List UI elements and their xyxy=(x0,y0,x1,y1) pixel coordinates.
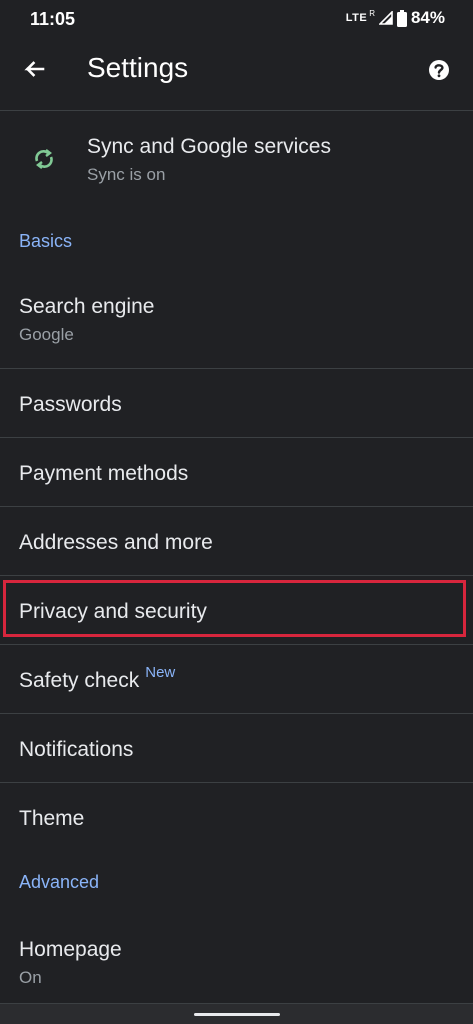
settings-item-theme[interactable]: Theme xyxy=(0,783,473,852)
roaming-indicator: R xyxy=(369,8,375,18)
settings-item-payment-methods[interactable]: Payment methods xyxy=(0,438,473,507)
settings-item-passwords[interactable]: Passwords xyxy=(0,369,473,438)
app-bar: Settings xyxy=(0,38,473,111)
settings-item-addresses[interactable]: Addresses and more xyxy=(0,507,473,576)
item-title: Passwords xyxy=(19,393,122,416)
item-title: Notifications xyxy=(19,738,134,761)
page-title: Settings xyxy=(87,52,189,83)
status-time: 11:05 xyxy=(30,9,76,29)
home-gesture-handle[interactable] xyxy=(194,1013,280,1016)
sync-title: Sync and Google services xyxy=(87,135,331,158)
navigation-bar xyxy=(0,1003,473,1024)
section-header-basics: Basics xyxy=(0,209,473,279)
sync-icon xyxy=(35,149,53,169)
sync-item[interactable]: Sync and Google services Sync is on xyxy=(0,111,473,209)
item-title: Safety check xyxy=(19,669,140,692)
item-subtitle: On xyxy=(19,968,42,987)
settings-item-notifications[interactable]: Notifications xyxy=(0,714,473,783)
item-title-wrap: Safety check New xyxy=(19,664,175,693)
item-title: Search engine xyxy=(19,295,155,318)
section-label-basics: Basics xyxy=(19,231,73,251)
help-icon xyxy=(429,60,449,80)
network-type: LTE xyxy=(345,12,368,24)
item-title: Homepage xyxy=(19,938,122,961)
section-label-advanced: Advanced xyxy=(19,872,100,892)
battery-icon xyxy=(396,9,407,27)
item-title: Privacy and security xyxy=(19,600,207,623)
signal-icon xyxy=(378,11,393,25)
arrow-back-icon xyxy=(24,61,45,77)
item-title: Theme xyxy=(19,807,85,830)
status-bar: 11:05 LTE R 84% xyxy=(0,0,473,38)
settings-list: Sync and Google services Sync is on Basi… xyxy=(0,111,473,1012)
status-icons: LTE R 84% xyxy=(346,8,445,28)
settings-item-homepage[interactable]: Homepage On xyxy=(0,922,473,1012)
help-button[interactable] xyxy=(421,54,457,90)
sync-status: Sync is on xyxy=(87,165,166,184)
settings-item-safety-check[interactable]: Safety check New xyxy=(0,645,473,714)
settings-item-search-engine[interactable]: Search engine Google xyxy=(0,279,473,369)
section-header-advanced: Advanced xyxy=(0,852,473,922)
item-subtitle: Google xyxy=(19,325,74,344)
item-title: Addresses and more xyxy=(19,531,213,554)
back-button[interactable] xyxy=(14,52,54,92)
battery-level: 84% xyxy=(410,8,445,27)
item-title: Payment methods xyxy=(19,462,189,485)
new-badge: New xyxy=(145,664,176,681)
settings-item-privacy-security[interactable]: Privacy and security xyxy=(0,576,473,645)
